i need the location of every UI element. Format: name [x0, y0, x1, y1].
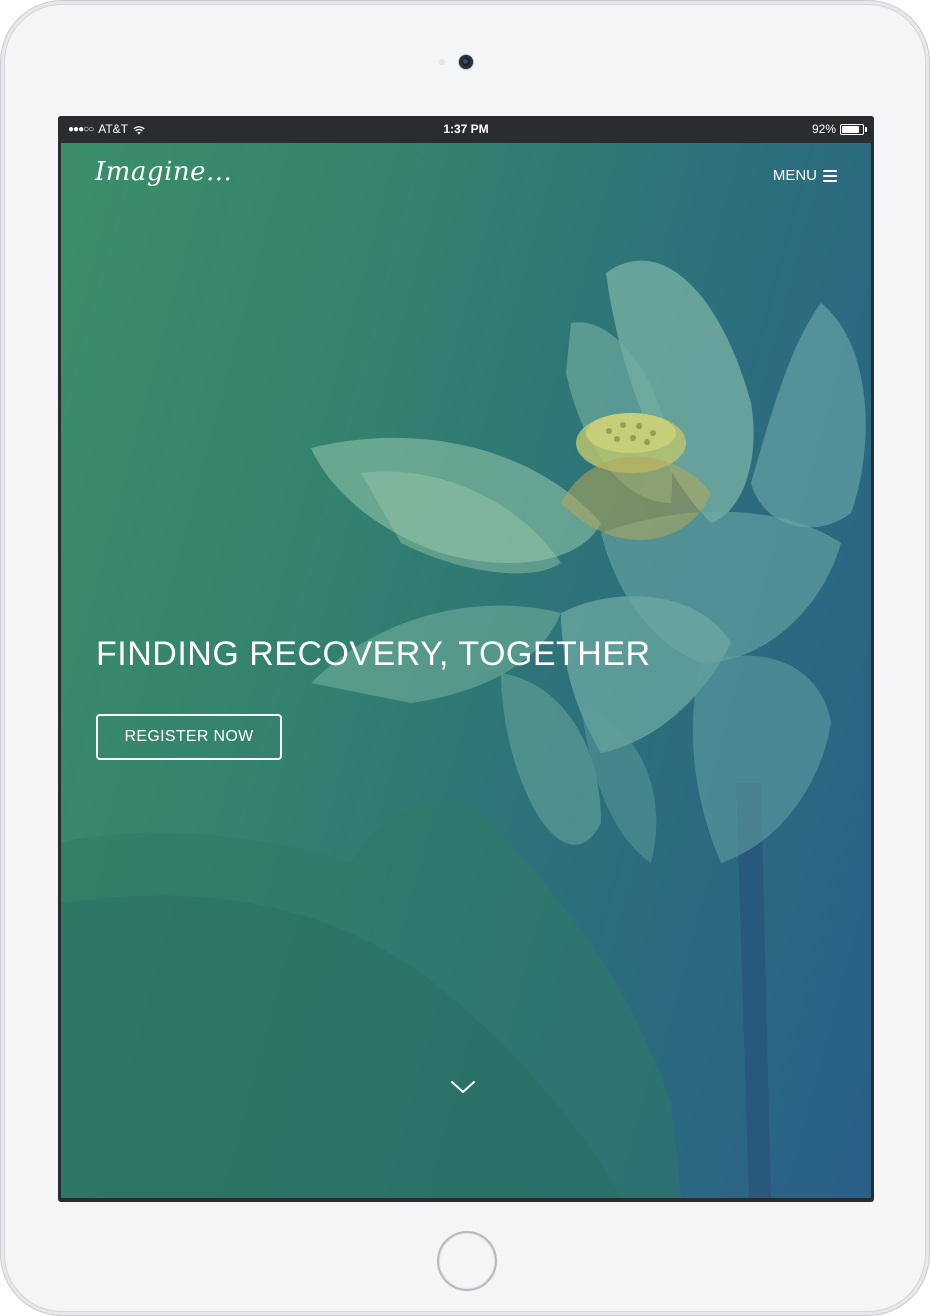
register-now-button[interactable]: REGISTER NOW	[96, 714, 282, 760]
ipad-frame: ●●●○○ AT&T 1:37 PM 92% Imagine... MENU F…	[0, 0, 930, 1316]
hero-section: Imagine... MENU FINDING RECOVERY, TOGETH…	[61, 143, 871, 1198]
front-camera	[459, 55, 473, 69]
chevron-down-icon[interactable]	[450, 1078, 476, 1096]
hamburger-icon	[823, 169, 837, 182]
status-right: 92%	[811, 116, 867, 143]
proximity-sensor	[439, 59, 445, 65]
menu-button[interactable]: MENU	[773, 167, 837, 184]
brand-logo[interactable]: Imagine...	[95, 157, 232, 187]
screen: ●●●○○ AT&T 1:37 PM 92% Imagine... MENU F…	[58, 116, 874, 1202]
battery-percent: 92%	[811, 122, 836, 136]
menu-label: MENU	[772, 167, 817, 184]
status-bar: ●●●○○ AT&T 1:37 PM 92%	[58, 116, 874, 143]
status-time: 1:37 PM	[443, 122, 489, 136]
home-button[interactable]	[437, 1231, 497, 1291]
hero-headline: FINDING RECOVERY, TOGETHER	[96, 635, 651, 673]
battery-icon	[840, 124, 867, 135]
